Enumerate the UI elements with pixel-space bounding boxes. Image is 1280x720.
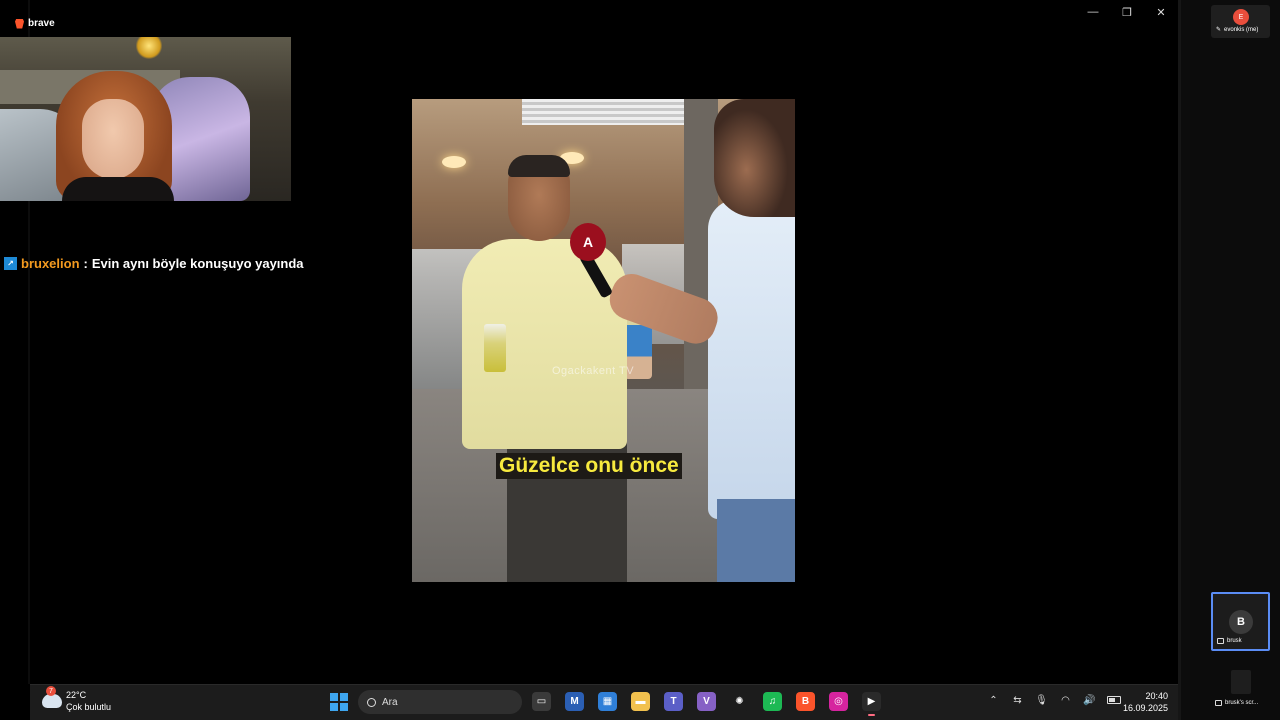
visual-studio-icon[interactable]: V bbox=[697, 692, 716, 711]
browser-tag: brave bbox=[15, 18, 55, 29]
clock-time: 20:40 bbox=[1145, 691, 1168, 701]
windows-logo-icon bbox=[330, 703, 338, 711]
panel-divider bbox=[1178, 0, 1181, 720]
word-mail-icon[interactable]: M bbox=[565, 692, 584, 711]
windows-logo-icon bbox=[340, 703, 348, 711]
sliders-icon[interactable]: ⇆ bbox=[1011, 694, 1024, 706]
microphone-icon[interactable]: 🎙 bbox=[1035, 694, 1048, 706]
video-awning bbox=[522, 99, 692, 125]
webcam-person-top bbox=[62, 177, 174, 201]
browser-name: brave bbox=[28, 18, 55, 29]
video-ceiling-lamp bbox=[442, 156, 466, 168]
chat-username[interactable]: bruxelion bbox=[21, 256, 80, 271]
chat-text: Evin aynı böyle konuşuyo yayında bbox=[91, 256, 304, 271]
participant-name: evonkis (me) bbox=[1224, 26, 1259, 33]
task-view-icon[interactable]: ▭ bbox=[532, 692, 551, 711]
spotify-icon[interactable]: ♫ bbox=[763, 692, 782, 711]
file-explorer-icon[interactable]: ▬ bbox=[631, 692, 650, 711]
video-subtitle: Güzelce onu önce bbox=[496, 453, 682, 479]
video-microphone-icon: A bbox=[570, 223, 606, 261]
video-reporter-jeans bbox=[717, 499, 795, 582]
participant-label: ✎ evonkis (me) bbox=[1216, 26, 1259, 34]
participant-tile-me[interactable]: E ✎ evonkis (me) bbox=[1211, 5, 1270, 38]
restore-button[interactable]: ❐ bbox=[1110, 4, 1144, 20]
taskbar-search[interactable]: Ara bbox=[358, 690, 522, 714]
chat-message: ↗ bruxelion : Evin aynı böyle konuşuyo y… bbox=[4, 256, 304, 271]
shared-screen: brave — ❐ ✕ ↗ bruxelion : Evin aynı böyl… bbox=[0, 0, 1178, 684]
chat-badge-icon: ↗ bbox=[4, 257, 17, 270]
brave-lion-icon bbox=[15, 18, 24, 29]
system-tray: ⌃ ⇆ 🎙 ◠ 🔊 bbox=[987, 694, 1121, 706]
window-controls: — ❐ ✕ bbox=[1076, 4, 1178, 20]
participant-label: brusk's scr... bbox=[1215, 700, 1258, 706]
screen-share-icon bbox=[1215, 700, 1222, 706]
video-man-hair bbox=[508, 155, 570, 177]
close-button[interactable]: ✕ bbox=[1144, 4, 1178, 20]
video-player[interactable]: A Ogackakent TV Güzelce onu önce bbox=[412, 99, 795, 582]
chatgpt-icon[interactable]: ✺ bbox=[730, 692, 749, 711]
start-button[interactable] bbox=[330, 693, 348, 711]
video-reporter-head bbox=[714, 99, 795, 217]
store-icon[interactable]: ▦ bbox=[598, 692, 617, 711]
wifi-icon[interactable]: ◠ bbox=[1059, 694, 1072, 706]
weather-alert-badge: 7 bbox=[46, 686, 56, 696]
participant-label: brusk bbox=[1217, 638, 1242, 644]
weather-temp: 22°C bbox=[66, 690, 87, 700]
video-reporter-shirt bbox=[708, 199, 795, 519]
clock-date: 16.09.2025 bbox=[1122, 703, 1168, 713]
webcam-lamp bbox=[136, 37, 162, 59]
streamer-webcam bbox=[0, 37, 291, 201]
cloud-icon: 7 bbox=[42, 686, 62, 708]
taskbar-clock[interactable]: 20:40 16.09.2025 bbox=[1110, 690, 1168, 714]
participant-tile-brusk[interactable]: B brusk bbox=[1211, 592, 1270, 651]
teams-icon[interactable]: T bbox=[664, 692, 683, 711]
webcam-person-face bbox=[82, 99, 144, 179]
weather-text: 22°C Çok bulutlu bbox=[66, 689, 111, 713]
minimize-button[interactable]: — bbox=[1076, 4, 1110, 20]
avatar: E bbox=[1233, 9, 1249, 25]
weather-condition: Çok bulutlu bbox=[66, 702, 112, 712]
screen-thumbnail bbox=[1231, 670, 1251, 694]
participant-name: brusk's scr... bbox=[1225, 700, 1259, 706]
avatar: B bbox=[1229, 610, 1253, 634]
search-icon bbox=[367, 697, 376, 707]
brave-icon[interactable]: B bbox=[796, 692, 815, 711]
media-player-icon[interactable]: ▶ bbox=[862, 692, 881, 716]
participant-name: brusk bbox=[1227, 638, 1242, 644]
instagram-icon[interactable]: ◎ bbox=[829, 692, 848, 711]
taskbar: 7 22°C Çok bulutlu Ara ▭ M ▦ ▬ T V ✺ ♫ B ◎ ▶ ⌃ ⇆ 🎙… bbox=[30, 684, 1178, 720]
mic-muted-icon: ✎ bbox=[1216, 27, 1222, 33]
chat-separator: : bbox=[83, 256, 88, 271]
windows-logo-icon bbox=[330, 693, 338, 701]
chevron-up-icon[interactable]: ⌃ bbox=[987, 694, 1000, 706]
search-placeholder: Ara bbox=[382, 696, 398, 708]
video-watermark: Ogackakent TV bbox=[552, 365, 635, 377]
weather-widget[interactable]: 7 22°C Çok bulutlu bbox=[42, 686, 111, 713]
video-cup bbox=[484, 324, 506, 372]
volume-icon[interactable]: 🔊 bbox=[1083, 694, 1096, 706]
screen-share-icon bbox=[1217, 638, 1224, 644]
participant-tile-screen[interactable]: brusk's scr... bbox=[1211, 660, 1270, 716]
windows-logo-icon bbox=[340, 693, 348, 701]
